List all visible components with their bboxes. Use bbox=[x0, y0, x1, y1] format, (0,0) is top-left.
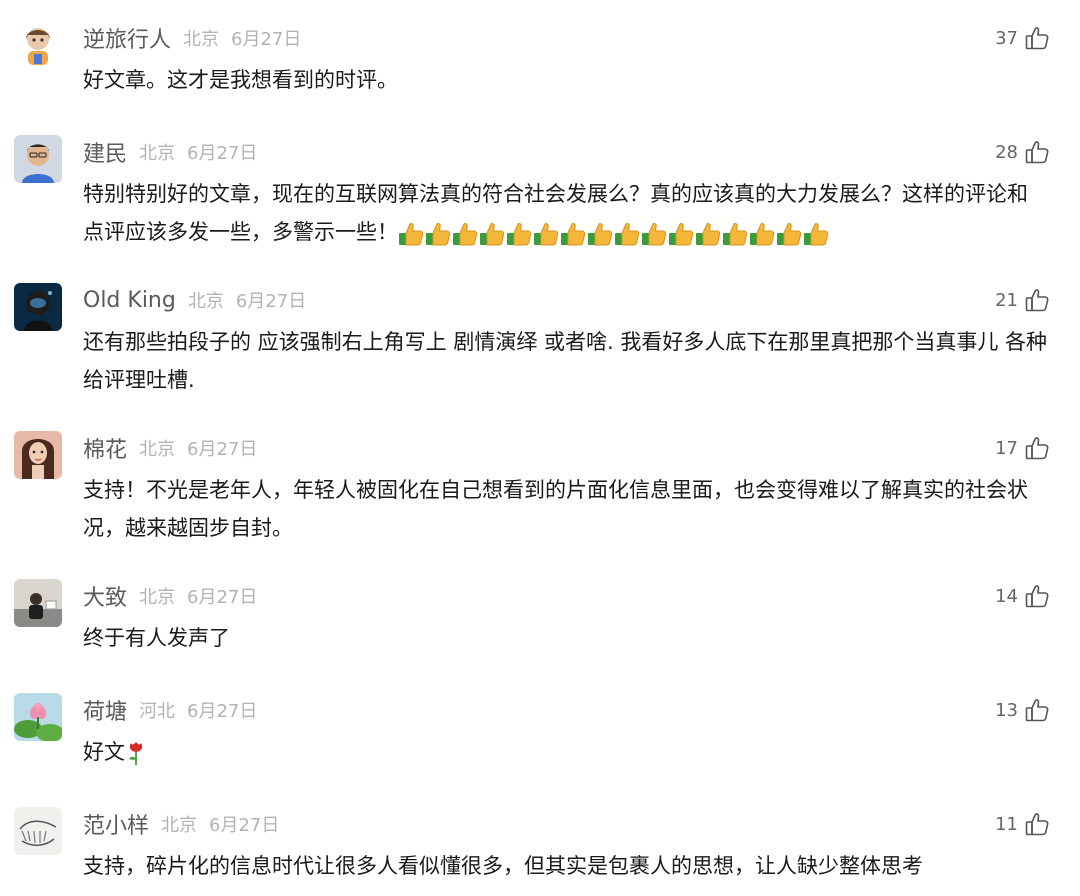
avatar[interactable] bbox=[14, 807, 62, 855]
comment-text: 终于有人发声了 bbox=[83, 619, 1048, 657]
like-count: 14 bbox=[995, 585, 1018, 607]
date: 6月27日 bbox=[187, 143, 258, 164]
like-count: 13 bbox=[995, 699, 1018, 721]
thumbs-up-emoji bbox=[722, 221, 748, 247]
comment-text: 支持！不光是老年人，年轻人被固化在自己想看到的片面化信息里面，也会变得难以了解真… bbox=[83, 471, 1048, 547]
date: 6月27日 bbox=[231, 29, 302, 50]
like-button[interactable]: 11 bbox=[995, 807, 1050, 841]
comment-text: 特别特别好的文章，现在的互联网算法真的符合社会发展么？真的应该真的大力发展么？这… bbox=[83, 175, 1048, 252]
thumbs-up-emoji bbox=[587, 221, 613, 247]
avatar[interactable] bbox=[14, 135, 62, 183]
comment-body: 好文章。这才是我想看到的时评。 bbox=[83, 68, 398, 92]
thumbs-up-icon[interactable] bbox=[1024, 697, 1050, 723]
location: 北京 bbox=[161, 815, 198, 836]
date: 6月27日 bbox=[187, 701, 258, 722]
location: 北京 bbox=[139, 439, 176, 460]
like-button[interactable]: 13 bbox=[995, 693, 1050, 727]
comment-body: 还有那些拍段子的 应该强制右上角写上 剧情演绎 或者啥. 我看好多人底下在那里真… bbox=[83, 330, 1048, 392]
thumbs-up-icon[interactable] bbox=[1024, 811, 1050, 837]
like-button[interactable]: 37 bbox=[995, 21, 1050, 55]
thumbs-up-emoji bbox=[668, 221, 694, 247]
like-button[interactable]: 17 bbox=[995, 431, 1050, 465]
commenter-name[interactable]: 建民 bbox=[83, 136, 127, 168]
location: 北京 bbox=[139, 143, 176, 164]
thumbs-up-emoji bbox=[479, 221, 505, 247]
thumbs-up-emoji bbox=[506, 221, 532, 247]
comment-text: 好文章。这才是我想看到的时评。 bbox=[83, 61, 1048, 99]
commenter-name[interactable]: Old King bbox=[83, 288, 176, 313]
like-count: 17 bbox=[995, 437, 1018, 459]
like-count: 21 bbox=[995, 289, 1018, 311]
rose-icon bbox=[129, 742, 143, 765]
commenter-name[interactable]: 逆旅行人 bbox=[83, 22, 171, 54]
thumbs-up-emoji bbox=[749, 221, 775, 247]
like-count: 28 bbox=[995, 141, 1018, 163]
avatar[interactable] bbox=[14, 283, 62, 331]
like-button[interactable]: 21 bbox=[995, 283, 1050, 317]
thumbs-up-emoji bbox=[560, 221, 586, 247]
thumbs-up-emoji bbox=[695, 221, 721, 247]
comment-text: 支持，碎片化的信息时代让很多人看似懂很多，但其实是包裹人的思想，让人缺少整体思考 bbox=[83, 847, 1048, 885]
date: 6月27日 bbox=[209, 815, 280, 836]
comment-body: 支持！不光是老年人，年轻人被固化在自己想看到的片面化信息里面，也会变得难以了解真… bbox=[83, 478, 1028, 540]
thumbs-up-emoji bbox=[803, 221, 829, 247]
thumbs-up-emoji bbox=[425, 221, 451, 247]
thumbs-up-icon[interactable] bbox=[1024, 25, 1050, 51]
comment-text: 还有那些拍段子的 应该强制右上角写上 剧情演绎 或者啥. 我看好多人底下在那里真… bbox=[83, 323, 1048, 399]
thumbs-up-emoji bbox=[614, 221, 640, 247]
date: 6月27日 bbox=[187, 439, 258, 460]
avatar[interactable] bbox=[14, 693, 62, 741]
comment-text: 好文🌹 bbox=[83, 733, 1048, 771]
thumbs-up-emoji-row bbox=[398, 214, 830, 252]
comment-body: 好文 bbox=[83, 740, 125, 764]
comment-body: 支持，碎片化的信息时代让很多人看似懂很多，但其实是包裹人的思想，让人缺少整体思考 bbox=[83, 854, 923, 878]
avatar[interactable] bbox=[14, 579, 62, 627]
like-count: 37 bbox=[995, 27, 1018, 49]
thumbs-up-emoji bbox=[398, 221, 424, 247]
avatar[interactable] bbox=[14, 21, 62, 69]
location: 北京 bbox=[183, 29, 220, 50]
thumbs-up-icon[interactable] bbox=[1024, 139, 1050, 165]
location: 北京 bbox=[139, 587, 176, 608]
comment-body: 终于有人发声了 bbox=[83, 626, 230, 650]
thumbs-up-icon[interactable] bbox=[1024, 435, 1050, 461]
commenter-name[interactable]: 大致 bbox=[83, 580, 127, 612]
thumbs-up-icon[interactable] bbox=[1024, 287, 1050, 313]
location: 北京 bbox=[187, 291, 224, 312]
date: 6月27日 bbox=[187, 587, 258, 608]
like-count: 11 bbox=[995, 813, 1018, 835]
commenter-name[interactable]: 棉花 bbox=[83, 432, 127, 464]
thumbs-up-emoji bbox=[641, 221, 667, 247]
commenter-name[interactable]: 荷塘 bbox=[83, 694, 127, 726]
like-button[interactable]: 14 bbox=[995, 579, 1050, 613]
thumbs-up-emoji bbox=[452, 221, 478, 247]
avatar[interactable] bbox=[14, 431, 62, 479]
thumbs-up-icon[interactable] bbox=[1024, 583, 1050, 609]
date: 6月27日 bbox=[235, 291, 307, 312]
like-button[interactable]: 28 bbox=[995, 135, 1050, 169]
commenter-name[interactable]: 范小样 bbox=[83, 808, 149, 840]
location: 河北 bbox=[139, 701, 176, 722]
thumbs-up-emoji bbox=[533, 221, 559, 247]
thumbs-up-emoji bbox=[776, 221, 802, 247]
